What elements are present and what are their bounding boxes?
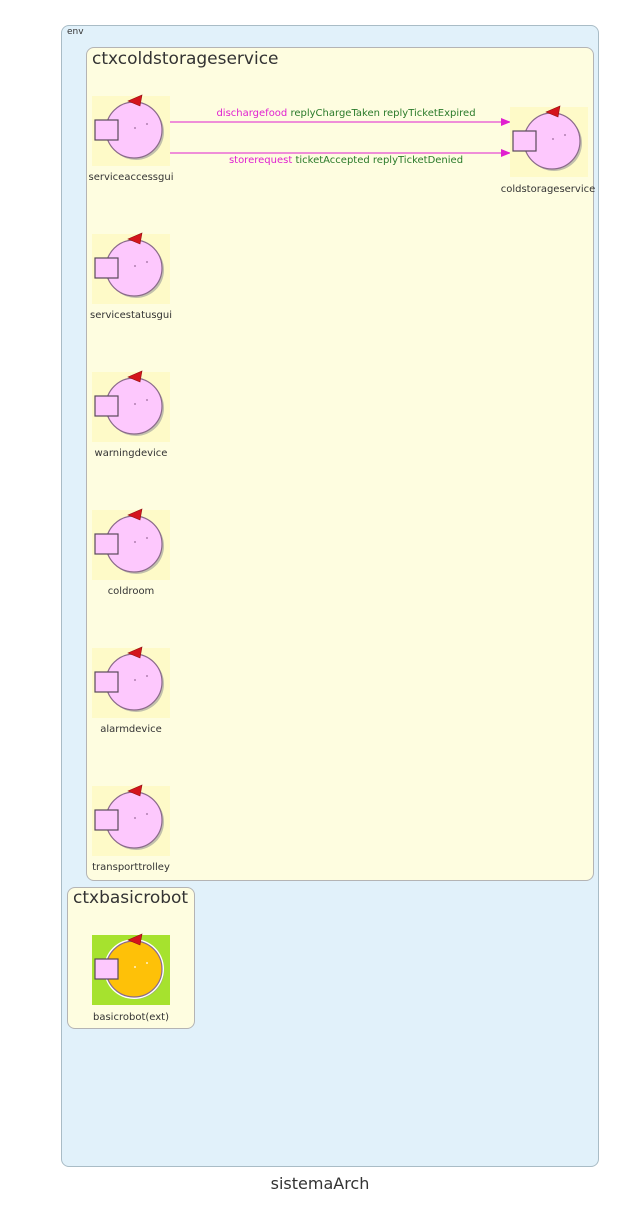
actor-dot <box>134 679 136 681</box>
port-square-icon <box>94 395 119 417</box>
actor-node <box>92 933 170 1005</box>
actor-dot <box>134 265 136 267</box>
request-message: dischargefood <box>216 108 288 119</box>
actor-node <box>92 784 170 856</box>
port-square-icon <box>512 130 537 152</box>
actor-label: basicrobot(ext) <box>93 1012 169 1023</box>
actor-dot <box>134 817 136 819</box>
actor-label: transporttrolley <box>92 862 170 873</box>
message-label: dischargefood replyChargeTaken replyTick… <box>196 108 496 119</box>
diagram-title: sistemaArch <box>270 1174 370 1193</box>
actor-dot <box>134 541 136 543</box>
actor-label: serviceaccessgui <box>88 172 174 183</box>
request-message: storerequest <box>228 155 293 166</box>
reply-messages: ticketAccepted replyTicketDenied <box>295 155 464 166</box>
port-square-icon <box>94 533 119 555</box>
actor-dot <box>146 813 148 815</box>
actor-node <box>92 370 170 442</box>
actor-node <box>510 105 588 177</box>
actor-label: coldroom <box>107 586 155 597</box>
actor-label: alarmdevice <box>100 724 162 735</box>
port-square-icon <box>94 257 119 279</box>
actor-dot <box>134 966 136 968</box>
port-square-icon <box>94 119 119 141</box>
actor-dot <box>146 123 148 125</box>
actor-dot <box>146 261 148 263</box>
actor-dot <box>134 403 136 405</box>
actor-dot <box>146 675 148 677</box>
actor-dot <box>564 134 566 136</box>
actor-dot <box>146 962 148 964</box>
actor-dot <box>146 537 148 539</box>
actor-node <box>92 646 170 718</box>
actor-dot <box>134 127 136 129</box>
port-square-icon <box>94 958 119 980</box>
actor-dot <box>146 399 148 401</box>
actor-label: coldstorageservice <box>500 184 596 195</box>
actor-node <box>92 94 170 166</box>
port-square-icon <box>94 809 119 831</box>
actor-node <box>92 232 170 304</box>
actor-label: warningdevice <box>94 448 168 459</box>
port-square-icon <box>94 671 119 693</box>
actor-dot <box>552 138 554 140</box>
reply-messages: replyChargeTaken replyTicketExpired <box>290 108 476 119</box>
message-label: storerequest ticketAccepted replyTicketD… <box>196 155 496 166</box>
actor-node <box>92 508 170 580</box>
actor-label: servicestatusgui <box>89 310 172 321</box>
